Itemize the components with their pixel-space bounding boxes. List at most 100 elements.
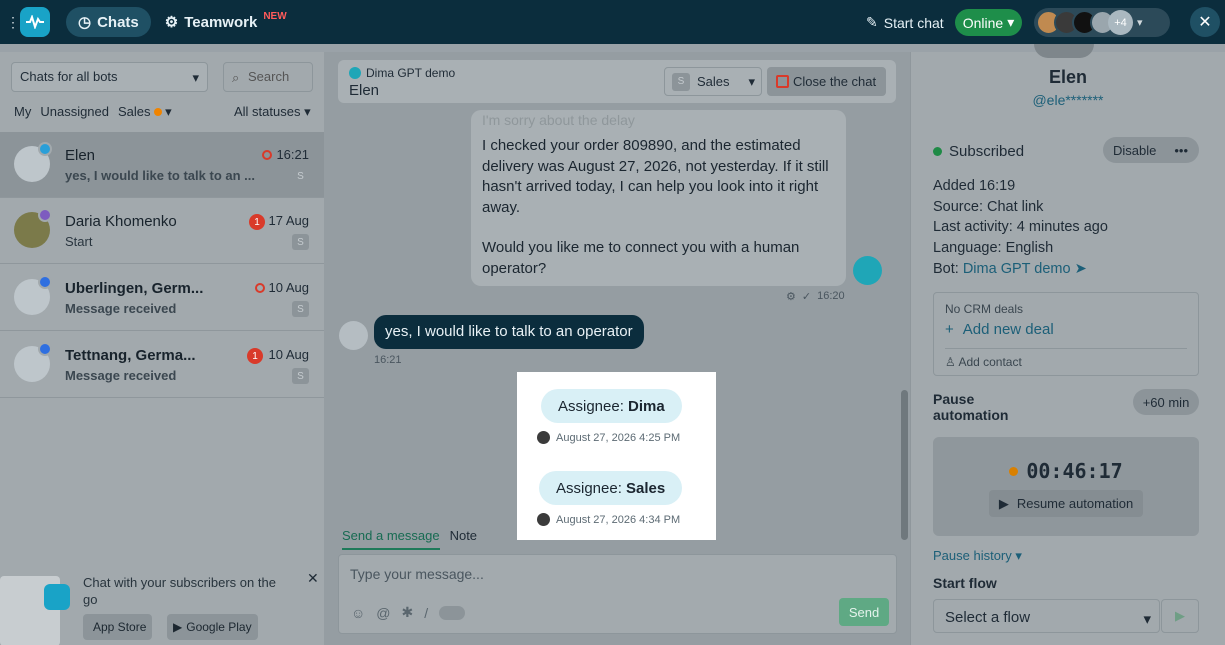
chat-list-item[interactable]: Uberlingen, Germ... 10 Aug Message recei… bbox=[0, 265, 324, 331]
app-store-button[interactable]: App Store bbox=[83, 614, 153, 640]
chat-panel: Dima GPT demo Elen S Sales ▾ Close the c… bbox=[324, 52, 910, 645]
translate-toggle[interactable] bbox=[439, 605, 466, 620]
add-time-button[interactable]: +60 min bbox=[1133, 389, 1199, 415]
status-ring-icon bbox=[262, 150, 272, 160]
search-input[interactable]: ⌕ Search bbox=[223, 62, 313, 92]
pause-timer: 00:46:17 ▶ Resume automation bbox=[933, 437, 1199, 536]
status-filter[interactable]: All statuses ▾ bbox=[234, 104, 311, 120]
telegram-icon: ➤ bbox=[1074, 260, 1087, 277]
message-composer[interactable]: Type your message... ☺ @ ✱ / Send bbox=[338, 554, 897, 634]
team-avatars[interactable]: +4 ▾ bbox=[1034, 8, 1170, 37]
chevron-down-icon: ▾ bbox=[1015, 548, 1022, 563]
assignment-events: Assignee: Dima August 27, 2026 4:25 PM A… bbox=[517, 372, 716, 540]
scrollbar[interactable] bbox=[901, 390, 908, 540]
start-flow-title: Start flow bbox=[933, 575, 997, 591]
event-meta: August 27, 2026 4:25 PM bbox=[537, 431, 680, 444]
bots-filter-select[interactable]: Chats for all bots ▾ bbox=[11, 62, 208, 92]
bot-icon bbox=[349, 67, 361, 79]
resume-automation-button[interactable]: ▶ Resume automation bbox=[989, 490, 1143, 517]
more-avatars-count: +4 bbox=[1108, 10, 1133, 35]
composer-tools: ☺ @ ✱ / bbox=[351, 604, 466, 621]
bot-label: Dima GPT demo bbox=[349, 66, 455, 80]
app-logo[interactable] bbox=[20, 7, 50, 37]
department-chip: S bbox=[292, 234, 309, 250]
chat-filters: My Unassigned Sales ▾ bbox=[14, 104, 172, 120]
close-icon[interactable]: ✕ bbox=[307, 570, 319, 587]
tab-send-message[interactable]: Send a message bbox=[342, 528, 440, 550]
chat-list-item[interactable]: Daria Khomenko 1 17 Aug Start S bbox=[0, 198, 324, 264]
unread-badge: 1 bbox=[247, 348, 263, 364]
magic-icon[interactable]: ✱ bbox=[402, 604, 414, 621]
chat-list-item[interactable]: Tettnang, Germa... 1 10 Aug Message rece… bbox=[0, 332, 324, 398]
avatar bbox=[339, 321, 368, 350]
add-contact-button[interactable]: ♙ Add contact bbox=[945, 355, 1022, 369]
subscription-status: Subscribed bbox=[933, 143, 1024, 160]
tab-chats[interactable]: ◷ Chats bbox=[66, 7, 151, 37]
send-button[interactable]: Send bbox=[839, 598, 889, 626]
bot-message: I'm sorry about the delay I checked your… bbox=[471, 110, 846, 286]
start-chat-button[interactable]: ✎ Start chat bbox=[866, 14, 944, 31]
pause-automation-title: Pause automation bbox=[933, 391, 1009, 423]
profile-handle[interactable]: @ele******* bbox=[911, 92, 1225, 108]
more-menu-icon[interactable]: ⋮ bbox=[6, 15, 20, 29]
telegram-icon bbox=[38, 142, 52, 156]
plus-icon: + bbox=[945, 321, 954, 338]
chevron-down-icon: ▾ bbox=[1137, 17, 1143, 29]
online-status-button[interactable]: Online ▾ bbox=[955, 9, 1022, 36]
bot-info: Bot: Dima GPT demo ➤ bbox=[933, 260, 1087, 277]
disable-button[interactable]: Disable ••• bbox=[1103, 137, 1199, 163]
contact-name: Elen bbox=[349, 82, 380, 99]
chat-list-item[interactable]: Elen 16:21 yes, I would like to talk to … bbox=[0, 132, 324, 198]
department-chip: S bbox=[292, 168, 309, 184]
timer-display: 00:46:17 bbox=[933, 459, 1199, 483]
filter-sales[interactable]: Sales ▾ bbox=[118, 104, 172, 120]
crm-deals: No CRM deals + Add new deal ♙ Add contac… bbox=[933, 292, 1199, 376]
profile-name: Elen bbox=[1048, 67, 1087, 87]
divider bbox=[945, 348, 1187, 349]
filter-unassigned[interactable]: Unassigned bbox=[40, 104, 109, 120]
assignee-event: Assignee: Dima bbox=[541, 389, 682, 423]
pen-icon[interactable]: / bbox=[424, 605, 428, 621]
close-chat-icon bbox=[776, 75, 789, 88]
event-meta: August 27, 2026 4:34 PM bbox=[537, 513, 680, 526]
sliders-icon: ⚙ bbox=[164, 14, 179, 31]
top-bar: ⋮ ◷ Chats ⚙ Teamwork NEW ✎ Start chat On… bbox=[0, 0, 1225, 44]
profile-info: Added 16:19 Source: Chat link Last activ… bbox=[933, 176, 1108, 280]
google-play-button[interactable]: ▶ Google Play bbox=[167, 614, 258, 640]
add-deal-button[interactable]: + Add new deal bbox=[945, 321, 1054, 338]
close-chat-button[interactable]: Close the chat bbox=[767, 67, 886, 96]
mobile-app-promo: Chat with your subscribers on the go ✕ A… bbox=[0, 564, 324, 645]
chevron-down-icon: ▾ bbox=[1007, 14, 1015, 30]
message-time: 16:21 bbox=[374, 354, 402, 366]
indicator-dot bbox=[153, 108, 162, 116]
department-chip: S bbox=[292, 368, 309, 384]
chat-bubble-icon: ◷ bbox=[78, 14, 92, 31]
attach-icon[interactable]: @ bbox=[376, 605, 390, 621]
chevron-down-icon: ▾ bbox=[1143, 611, 1151, 628]
status-dot bbox=[1009, 466, 1019, 476]
assignee-event: Assignee: Sales bbox=[539, 471, 683, 505]
close-icon[interactable]: ✕ bbox=[1190, 7, 1220, 37]
more-icon[interactable]: ••• bbox=[1174, 143, 1188, 158]
chevron-down-icon: ▾ bbox=[748, 73, 755, 89]
check-icon: ✓ bbox=[801, 291, 812, 303]
profile-panel: Elen @ele******* Subscribed Disable ••• … bbox=[910, 44, 1225, 645]
messenger-icon bbox=[38, 342, 52, 356]
message-input[interactable]: Type your message... bbox=[350, 566, 484, 582]
filter-my[interactable]: My bbox=[14, 104, 31, 120]
pause-history-link[interactable]: Pause history ▾ bbox=[933, 548, 1022, 564]
run-flow-button[interactable]: ▶ bbox=[1161, 599, 1199, 633]
app-logo bbox=[44, 584, 70, 610]
tab-note[interactable]: Note bbox=[450, 528, 477, 550]
avatar bbox=[537, 513, 550, 526]
chevron-down-icon: ▾ bbox=[192, 70, 199, 85]
new-badge: NEW bbox=[263, 10, 287, 22]
emoji-icon[interactable]: ☺ bbox=[351, 605, 365, 621]
chat-list-panel: Chats for all bots ▾ ⌕ Search My Unassig… bbox=[0, 52, 324, 645]
flow-select[interactable]: Select a flow ▾ bbox=[933, 599, 1160, 633]
bot-link[interactable]: Dima GPT demo bbox=[963, 261, 1071, 277]
tab-teamwork[interactable]: ⚙ Teamwork NEW bbox=[164, 10, 287, 32]
search-icon: ⌕ bbox=[232, 70, 240, 85]
department-chip: S bbox=[672, 72, 690, 91]
department-select[interactable]: S Sales ▾ bbox=[664, 67, 762, 96]
